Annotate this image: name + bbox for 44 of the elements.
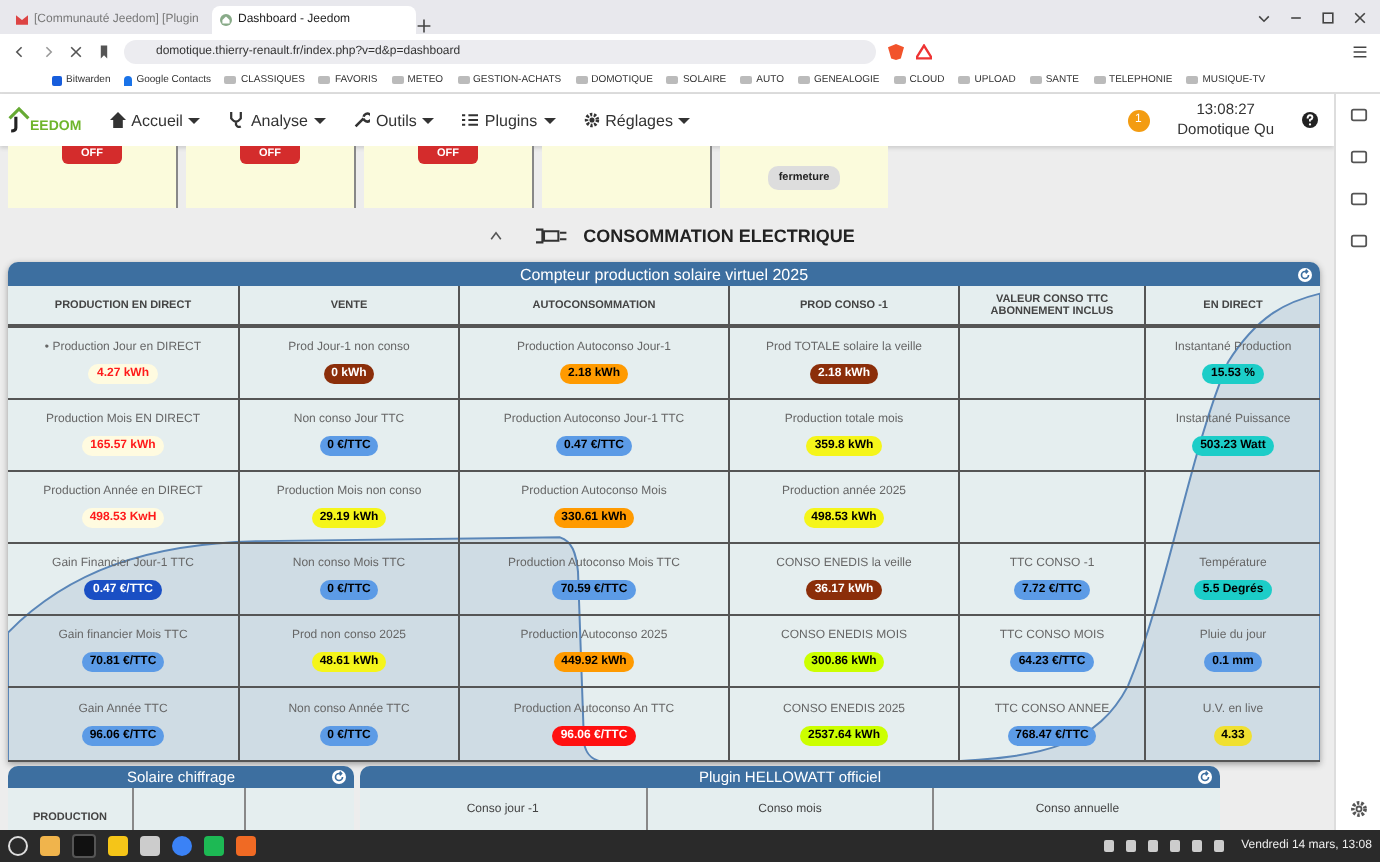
house-icon — [109, 112, 126, 128]
nav-menu[interactable]: Accueil — [109, 111, 201, 129]
triangle-icon[interactable] — [916, 43, 932, 59]
list-icon — [462, 112, 479, 128]
maximize-icon[interactable] — [1320, 10, 1336, 26]
panel-icon[interactable] — [1349, 106, 1367, 124]
nav-menu[interactable]: Réglages — [583, 111, 691, 129]
music-icon[interactable] — [204, 836, 224, 856]
close-icon[interactable] — [68, 43, 84, 59]
terminal-icon[interactable] — [72, 834, 96, 858]
close-icon[interactable] — [1352, 10, 1368, 26]
start-menu-icon[interactable] — [8, 836, 28, 856]
panel-icon[interactable] — [1349, 148, 1367, 166]
folder-icon[interactable] — [40, 836, 60, 856]
chevron-icon[interactable] — [487, 227, 504, 243]
forward-icon[interactable] — [40, 43, 56, 59]
house-icon — [220, 14, 232, 26]
section-title: CONSOMMATION ELECTRIQUE — [583, 225, 855, 245]
envelope-icon — [16, 14, 28, 26]
app-icon[interactable] — [108, 836, 128, 856]
chevron-icon[interactable] — [1256, 10, 1272, 26]
help-icon[interactable] — [1302, 112, 1318, 128]
stethoscope-icon — [228, 112, 245, 128]
document-icon[interactable] — [140, 836, 160, 856]
settings-icon[interactable] — [1349, 800, 1367, 818]
refresh-icon[interactable] — [1198, 770, 1212, 784]
wrench-icon — [353, 112, 370, 128]
shield-icon[interactable] — [888, 43, 904, 59]
menu-icon[interactable] — [1352, 43, 1368, 59]
chat-icon[interactable] — [172, 836, 192, 856]
table-title: Compteur production solaire virtuel 2025 — [519, 265, 809, 283]
gear-icon — [583, 112, 600, 128]
nav-menu[interactable]: Outils — [353, 111, 435, 129]
bookmark-icon[interactable] — [96, 43, 112, 59]
plug-icon — [535, 227, 568, 243]
refresh-icon[interactable] — [1298, 267, 1312, 281]
refresh-icon[interactable] — [332, 770, 346, 784]
new-tab-icon[interactable] — [416, 18, 432, 34]
panel-icon[interactable] — [1349, 190, 1367, 208]
nav-menu[interactable]: Plugins — [462, 111, 556, 129]
browser-icon[interactable] — [236, 836, 256, 856]
back-icon[interactable] — [12, 43, 28, 59]
nav-menu[interactable]: Analyse — [228, 111, 326, 129]
panel-icon[interactable] — [1349, 232, 1367, 250]
